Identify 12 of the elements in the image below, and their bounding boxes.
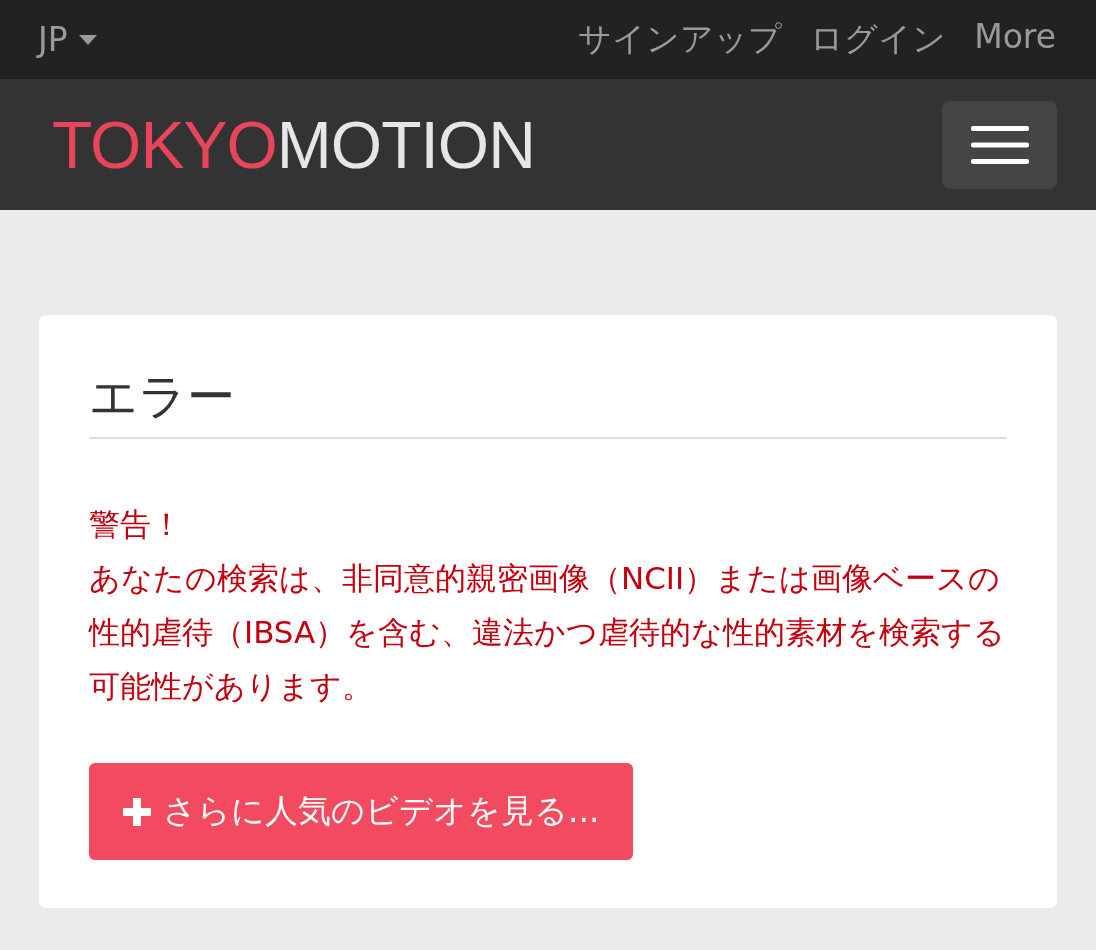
warning-message: あなたの検索は、非同意的親密画像（NCII）または画像ベースの性的虐待（IBSA）を含む、違法かつ虐待的な性的素材を検索する可能性があります。 [89, 559, 1007, 707]
nav-link[interactable]: ログイン [810, 17, 947, 62]
language-selector[interactable]: JP [38, 20, 68, 59]
nav-link[interactable]: サインアップ [578, 17, 783, 62]
menu-icon [970, 125, 1029, 164]
error-heading: エラー [89, 365, 1007, 440]
plus-icon [123, 797, 151, 826]
more-videos-button[interactable]: さらに人気のビデオを見る... [89, 763, 634, 861]
menu-button[interactable] [942, 100, 1057, 189]
warning-title: 警告！ [89, 505, 183, 545]
nav-link[interactable]: More [974, 17, 1056, 62]
caret-down-icon [77, 33, 98, 46]
